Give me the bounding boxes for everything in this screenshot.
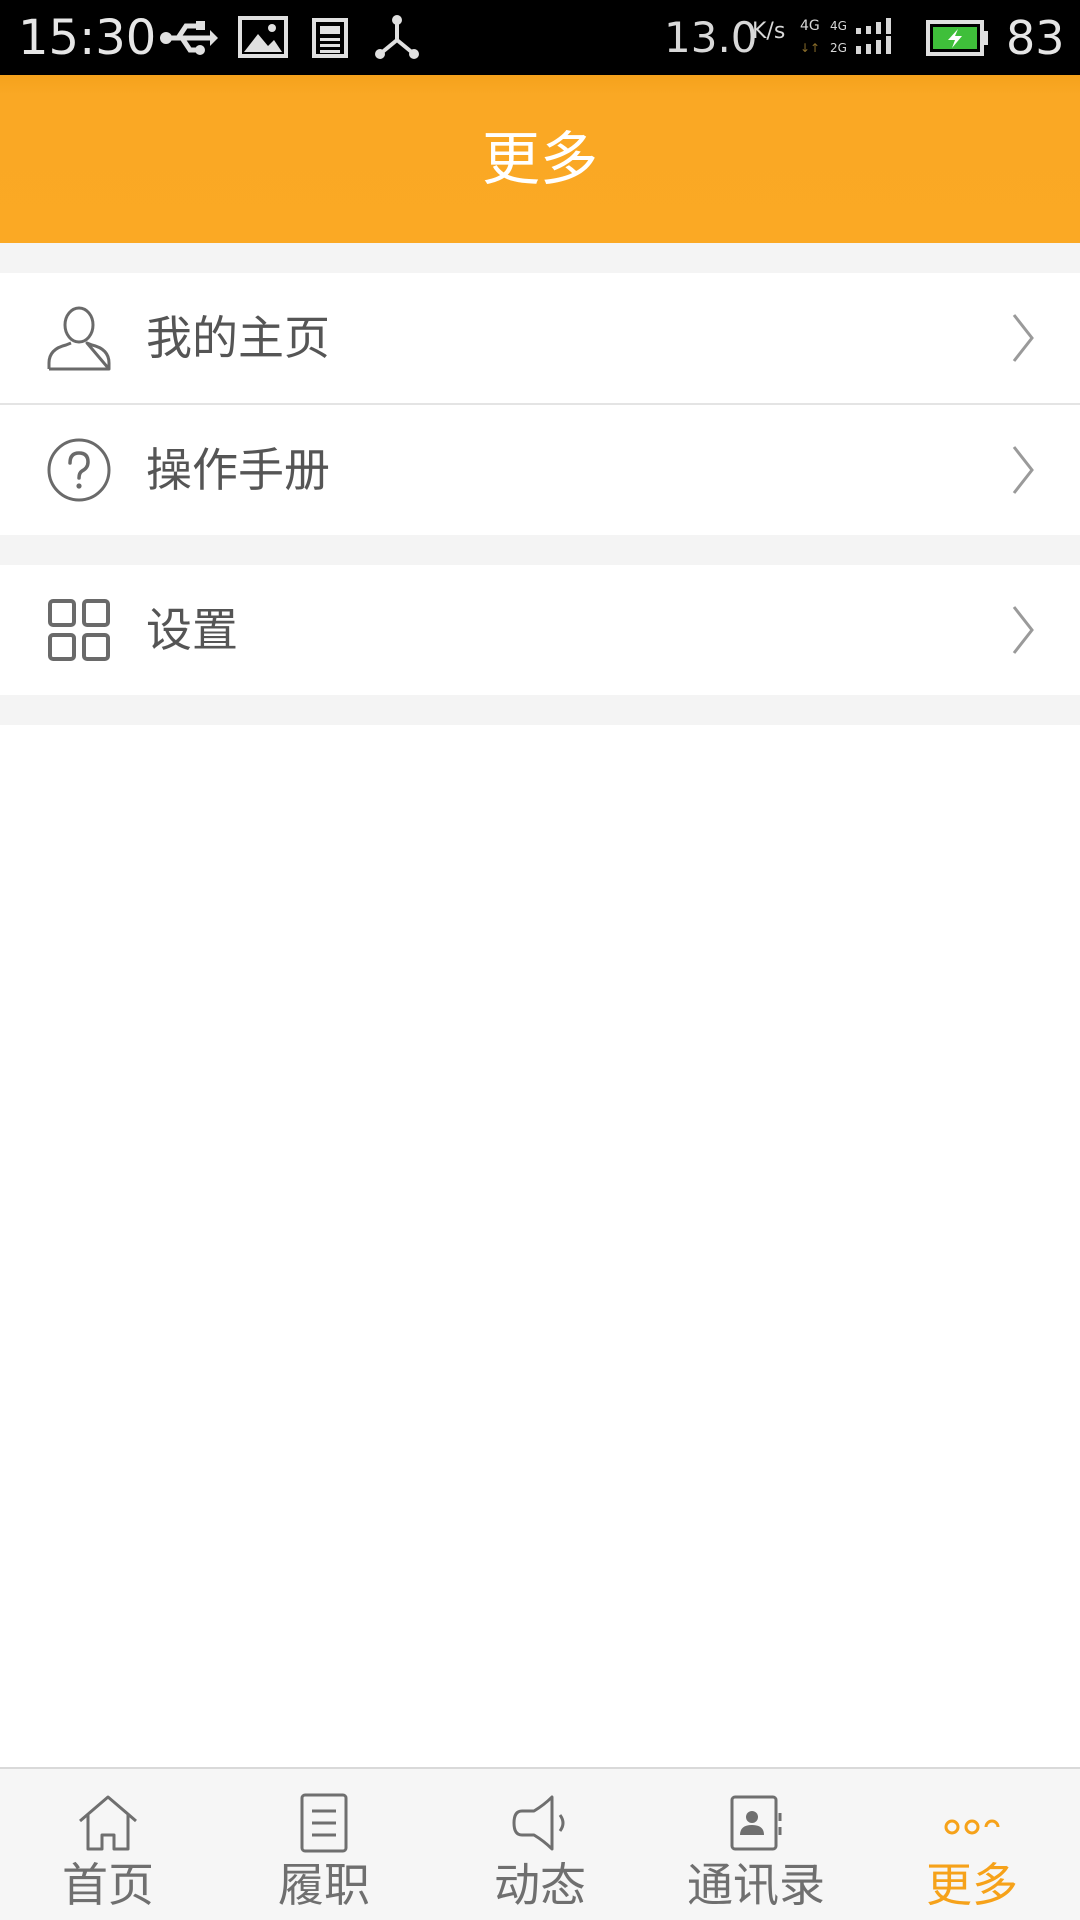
menu-item-settings[interactable]: 设置 bbox=[0, 565, 1080, 695]
more-icon bbox=[944, 1819, 1000, 1835]
status-bar: 15:30 13.0 K/s 4G 4G 2G ↓↑ 83 bbox=[0, 0, 1080, 75]
contacts-icon bbox=[730, 1795, 782, 1851]
chevron-right-icon bbox=[1012, 314, 1034, 362]
help-icon bbox=[47, 438, 111, 502]
network-speed-unit: K/s bbox=[752, 19, 786, 44]
section-gap bbox=[0, 695, 1080, 725]
status-time: 15:30 bbox=[18, 10, 157, 66]
menu-item-label: 我的主页 bbox=[146, 311, 330, 365]
tab-label: 履职 bbox=[278, 1858, 370, 1912]
network-speed: 13.0 bbox=[664, 13, 758, 62]
battery-percent: 83 bbox=[1006, 11, 1065, 65]
grid-icon bbox=[48, 599, 110, 661]
battery-icon bbox=[926, 20, 988, 56]
tab-label: 首页 bbox=[62, 1858, 154, 1912]
document-icon bbox=[300, 1793, 348, 1853]
tab-duty[interactable]: 履职 bbox=[216, 1769, 432, 1920]
megaphone-icon bbox=[512, 1795, 565, 1851]
menu-item-label: 操作手册 bbox=[146, 443, 330, 497]
usb-icon bbox=[160, 21, 218, 55]
image-icon bbox=[238, 16, 288, 58]
bottom-nav: 首页 履职 动态 通讯录 更多 bbox=[0, 1767, 1080, 1920]
tab-home[interactable]: 首页 bbox=[0, 1769, 216, 1920]
user-icon bbox=[47, 306, 111, 371]
content-area: 我的主页 操作手册 设置 bbox=[0, 243, 1080, 1767]
tab-news[interactable]: 动态 bbox=[432, 1769, 648, 1920]
svg-text:4G: 4G bbox=[830, 19, 847, 33]
chevron-right-icon bbox=[1012, 606, 1034, 654]
menu-item-label: 设置 bbox=[146, 603, 238, 657]
title-bar: 更多 bbox=[0, 75, 1080, 243]
share-icon bbox=[375, 15, 419, 59]
tab-label: 通讯录 bbox=[687, 1858, 825, 1912]
home-icon bbox=[79, 1795, 137, 1851]
section-gap bbox=[0, 243, 1080, 273]
svg-text:4G: 4G bbox=[800, 18, 820, 34]
chevron-right-icon bbox=[1012, 446, 1034, 494]
svg-text:↓↑: ↓↑ bbox=[800, 41, 820, 55]
menu-item-my-homepage[interactable]: 我的主页 bbox=[0, 273, 1080, 403]
tab-label: 动态 bbox=[494, 1858, 586, 1912]
tab-label: 更多 bbox=[926, 1858, 1018, 1912]
section-gap bbox=[0, 535, 1080, 565]
news-icon bbox=[312, 18, 348, 58]
menu-item-manual[interactable]: 操作手册 bbox=[0, 405, 1080, 535]
page-title: 更多 bbox=[481, 125, 598, 193]
tab-more[interactable]: 更多 bbox=[864, 1769, 1080, 1920]
svg-text:2G: 2G bbox=[830, 41, 847, 55]
tab-contacts[interactable]: 通讯录 bbox=[648, 1769, 864, 1920]
signal-icon: 4G 4G 2G ↓↑ bbox=[800, 18, 891, 55]
